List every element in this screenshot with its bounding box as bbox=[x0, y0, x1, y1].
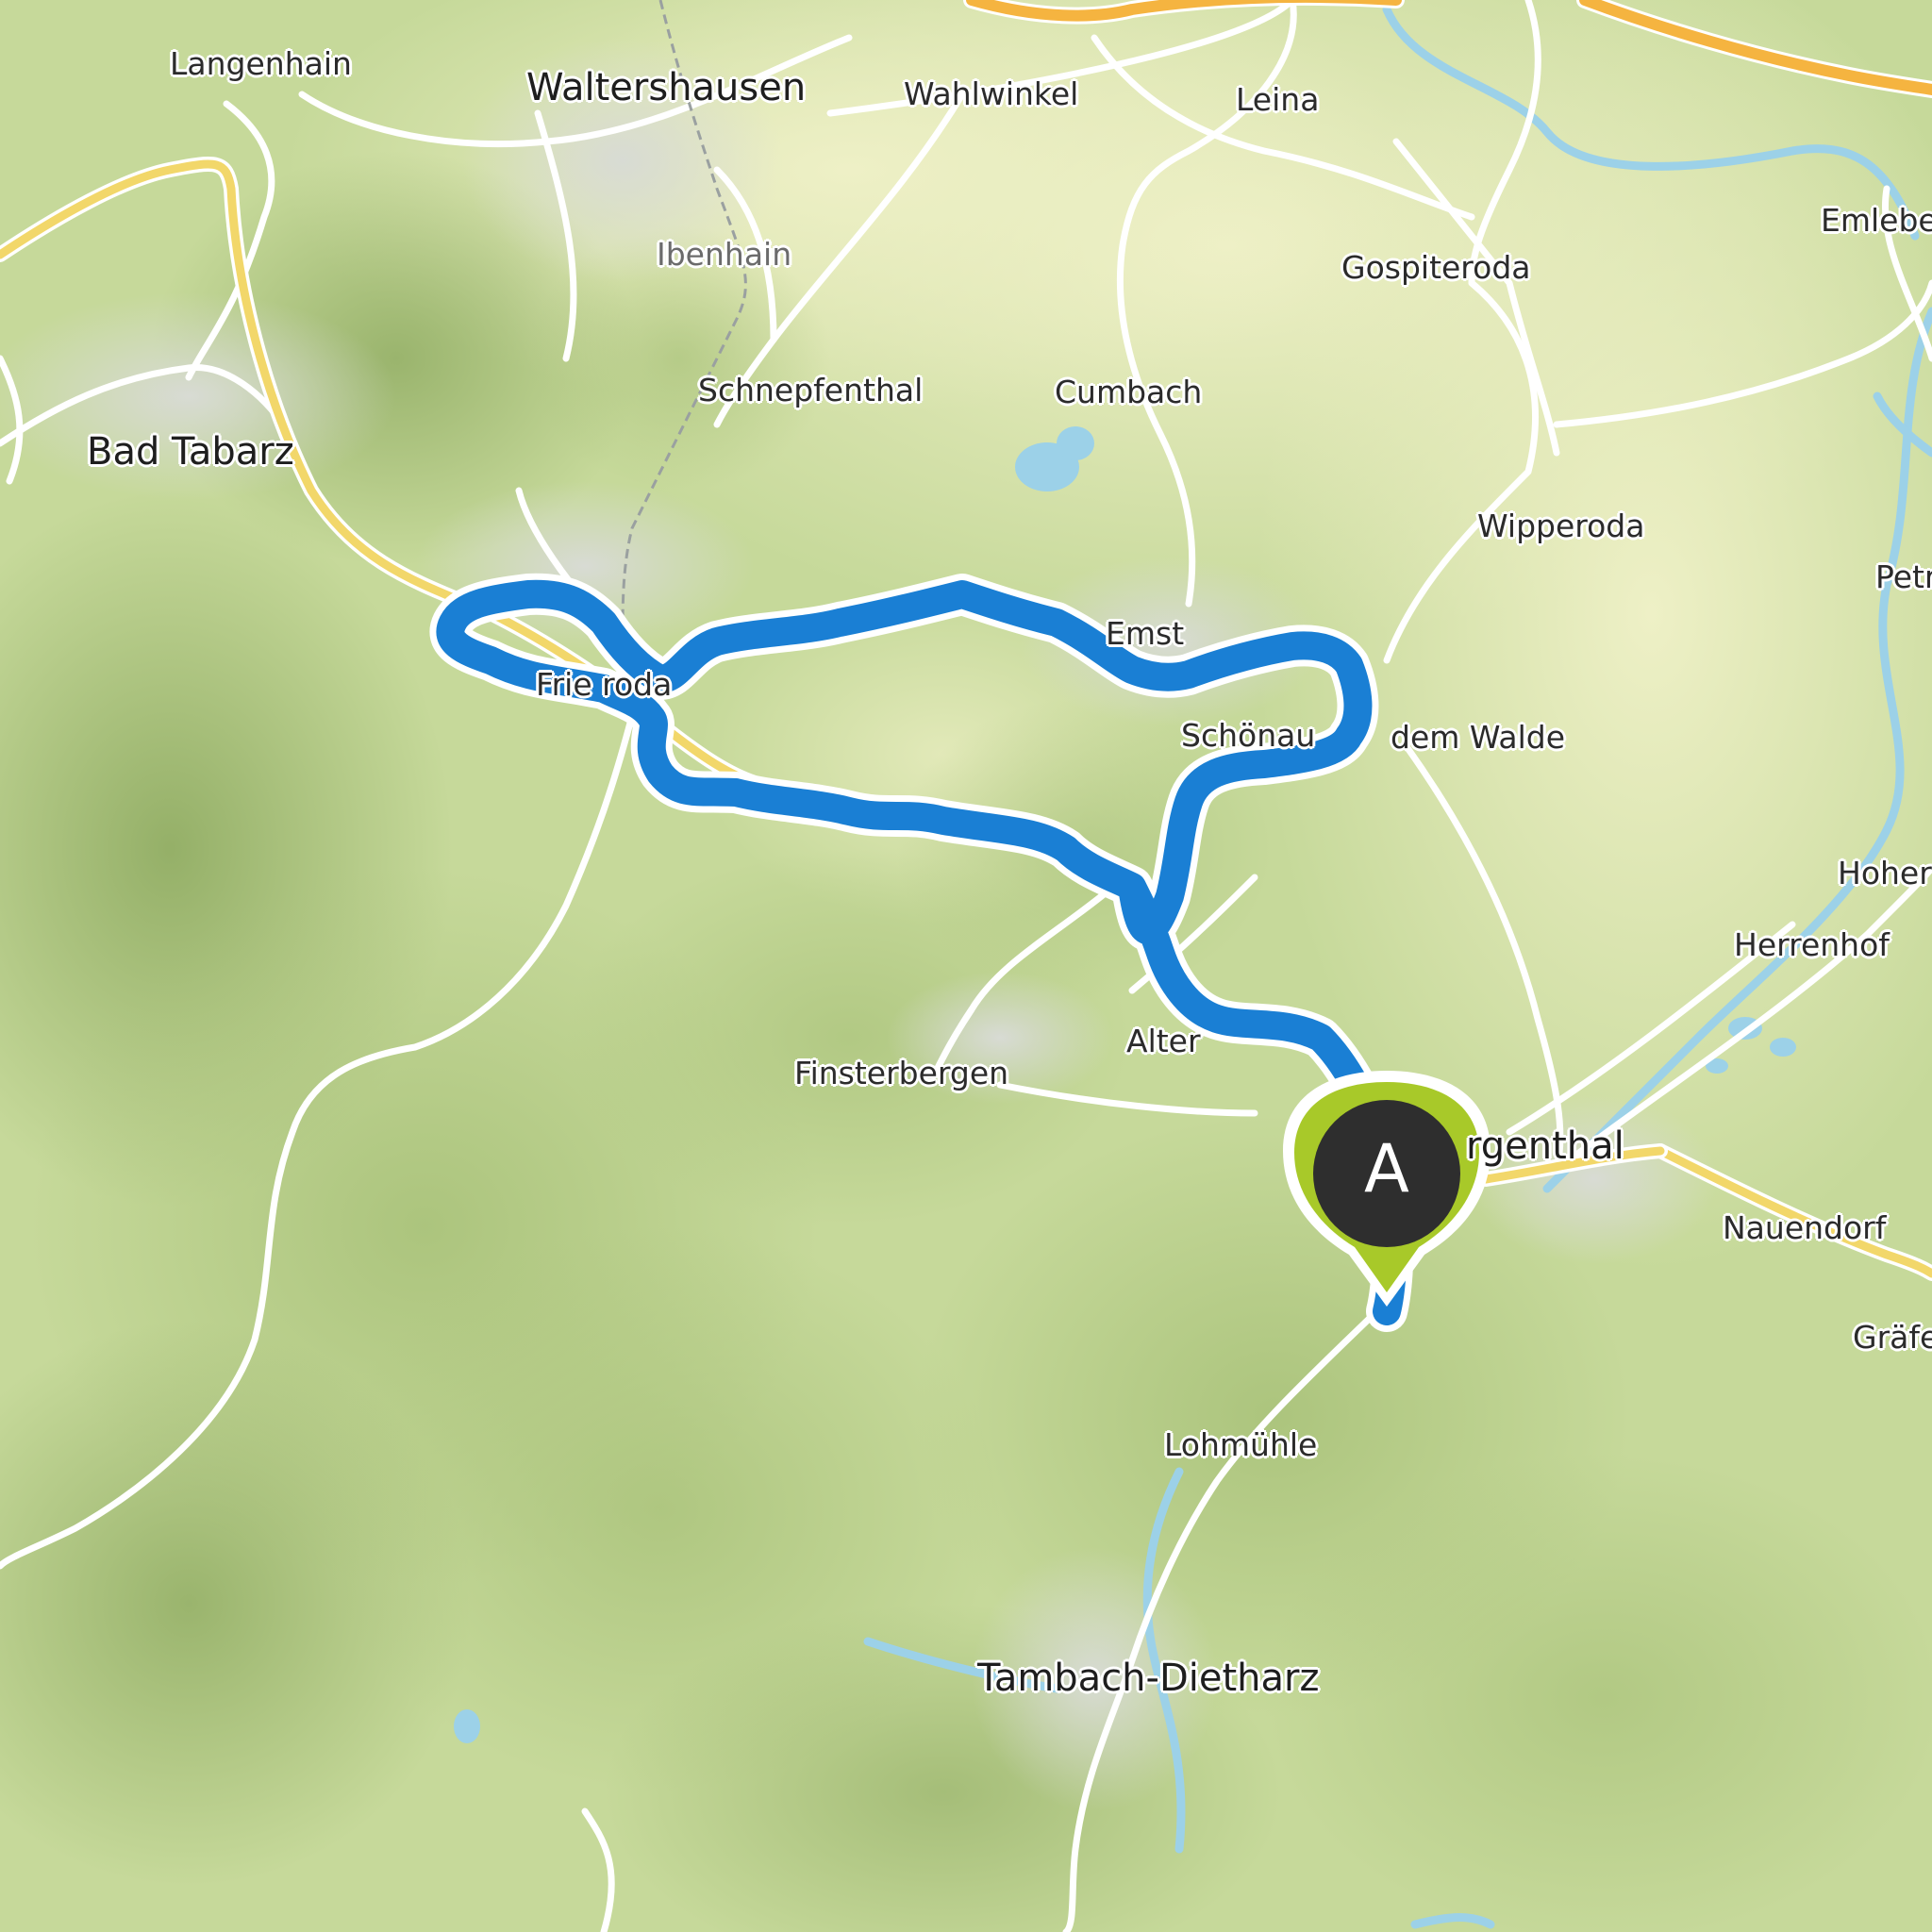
place-label-nauendorf: Nauendorf bbox=[1723, 1209, 1887, 1246]
place-label-tambach-dietharz: Tambach-Dietharz bbox=[977, 1657, 1320, 1700]
place-label-emsetal: Emst bbox=[1106, 615, 1185, 652]
place-label-waltershausen: Waltershausen bbox=[526, 66, 807, 109]
map-view[interactable]: Langenhain Waltershausen Wahlwinkel Lein… bbox=[0, 0, 1932, 1932]
place-label-vor-dem-walde: dem Walde bbox=[1391, 719, 1566, 756]
place-label-friedrichroda: Frie roda bbox=[536, 666, 673, 703]
place-label-petriroda: Petr bbox=[1875, 558, 1932, 595]
place-label-langenhain: Langenhain bbox=[170, 45, 352, 82]
map-canvas[interactable] bbox=[0, 0, 1932, 1932]
place-label-finsterbergen: Finsterbergen bbox=[794, 1055, 1009, 1091]
place-label-emleben: Emlebe bbox=[1821, 202, 1932, 239]
place-label-altenbergen: Alter bbox=[1126, 1023, 1201, 1059]
start-marker-letter: A bbox=[1364, 1130, 1409, 1208]
place-label-hohenkirchen: Hoher bbox=[1838, 855, 1932, 891]
place-label-schoenau: Schönau bbox=[1181, 717, 1316, 754]
place-label-graefenhain: Gräfe bbox=[1853, 1319, 1932, 1356]
place-label-schnepfenthal: Schnepfenthal bbox=[698, 372, 924, 408]
place-label-georgenthal: rgenthal bbox=[1466, 1124, 1624, 1168]
place-label-herrenhof: Herrenhof bbox=[1734, 926, 1890, 963]
place-label-bad-tabarz: Bad Tabarz bbox=[87, 430, 294, 474]
place-label-ibenhain: Ibenhain bbox=[657, 236, 792, 273]
place-label-gospiteroda: Gospiteroda bbox=[1341, 249, 1531, 286]
place-label-cumbach: Cumbach bbox=[1055, 374, 1203, 410]
place-label-leina: Leina bbox=[1236, 81, 1320, 118]
place-label-wipperoda: Wipperoda bbox=[1477, 508, 1645, 544]
place-label-lohmuehle: Lohmühle bbox=[1164, 1426, 1318, 1463]
place-label-wahlwinkel: Wahlwinkel bbox=[904, 75, 1079, 112]
